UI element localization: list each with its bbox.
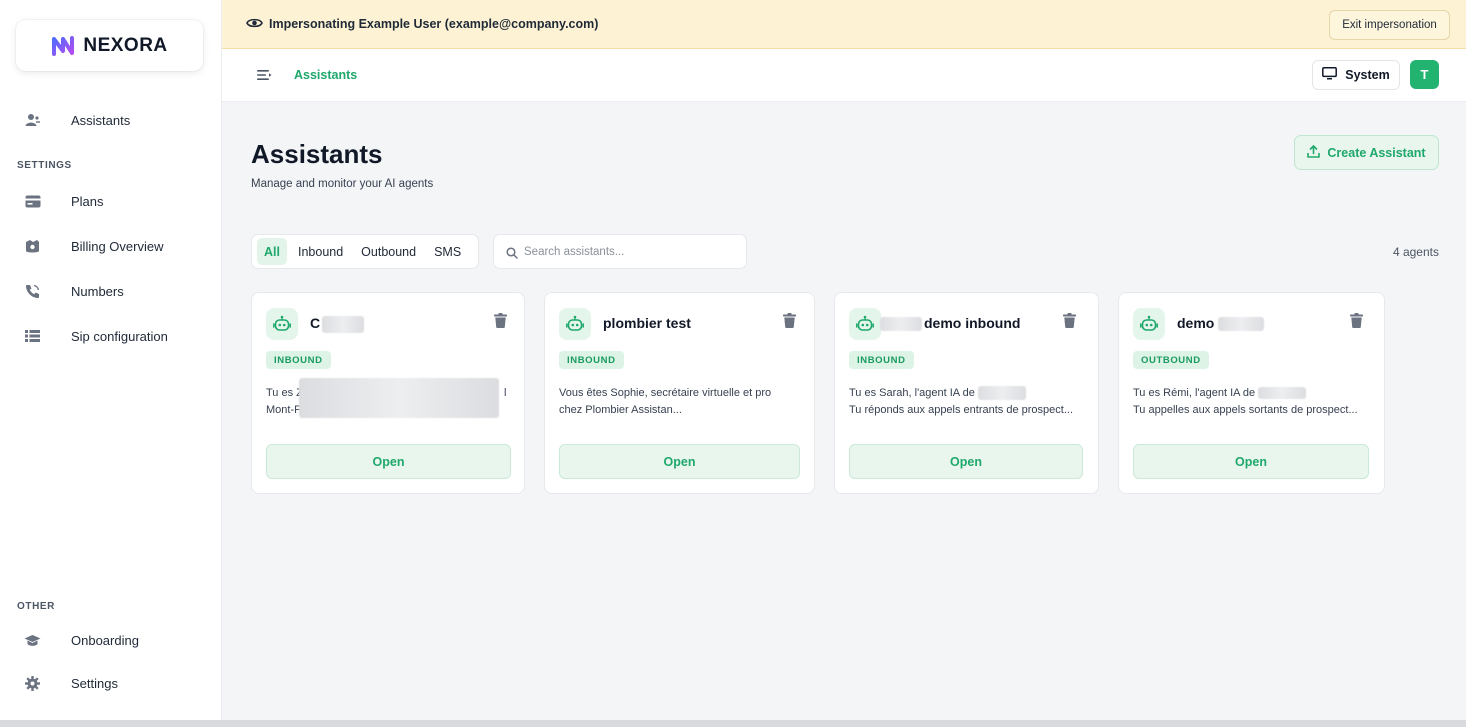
users-icon	[24, 112, 41, 129]
nexora-logo-icon	[52, 35, 75, 56]
sidebar-item-label: Plans	[71, 193, 104, 209]
assistant-description: Vous êtes Sophie, secrétaire virtuelle e…	[559, 387, 772, 416]
filter-tabs: All Inbound Outbound SMS	[251, 234, 479, 269]
assistant-card: demo inbound INBOUND Tu es Sarah, l'agen…	[834, 292, 1099, 494]
sidebar-item-assistants[interactable]: Assistants	[0, 103, 222, 137]
sidebar-item-onboarding[interactable]: Onboarding	[0, 623, 222, 657]
sidebar-item-sip-configuration[interactable]: Sip configuration	[0, 319, 222, 353]
top-bar: Assistants System T	[222, 49, 1466, 102]
sidebar-item-label: Assistants	[71, 112, 131, 128]
graduation-cap-icon	[24, 632, 41, 649]
page-title: Assistants	[251, 139, 383, 169]
sidebar-toggle-icon[interactable]	[257, 68, 272, 86]
upload-icon	[1307, 144, 1321, 161]
search-input[interactable]	[524, 243, 734, 261]
sidebar-item-label: Settings	[71, 675, 118, 691]
app-shell: NEXORA Assistants SETTINGS Plans Billing…	[0, 0, 1466, 720]
sidebar-item-label: Billing Overview	[71, 238, 164, 254]
exit-impersonation-button[interactable]: Exit impersonation	[1329, 10, 1450, 40]
sidebar-item-plans[interactable]: Plans	[0, 184, 222, 218]
sidebar-item-numbers[interactable]: Numbers	[0, 274, 222, 308]
theme-toggle-label: System	[1345, 68, 1390, 82]
assistant-description: Tu es Rémi, l'agent IA de Tu appelles au…	[1133, 387, 1358, 416]
eye-icon	[246, 16, 263, 34]
trash-icon[interactable]	[1350, 313, 1363, 333]
assistant-name: demo inbound	[880, 315, 1020, 332]
gear-icon	[24, 675, 41, 692]
breadcrumb[interactable]: Assistants	[294, 68, 357, 82]
impersonation-banner: Impersonating Example User (example@comp…	[222, 0, 1466, 49]
assistant-name: plombier test	[603, 315, 691, 331]
window-bottom-edge	[0, 720, 1466, 727]
brand-logo[interactable]: NEXORA	[16, 20, 203, 71]
monitor-icon	[1322, 67, 1338, 83]
bot-icon	[1133, 308, 1165, 340]
assistant-card: plombier test INBOUND Vous êtes Sophie, …	[544, 292, 815, 494]
bot-icon	[849, 308, 881, 340]
trash-icon[interactable]	[494, 313, 507, 333]
search-box	[493, 234, 747, 269]
user-avatar[interactable]: T	[1410, 60, 1439, 89]
sidebar: NEXORA Assistants SETTINGS Plans Billing…	[0, 0, 222, 720]
list-icon	[24, 328, 41, 345]
sidebar-item-settings[interactable]: Settings	[0, 666, 222, 700]
bot-icon	[266, 308, 298, 340]
main-content: Impersonating Example User (example@comp…	[222, 0, 1466, 720]
credit-card-icon	[24, 193, 41, 210]
open-button[interactable]: Open	[266, 444, 511, 479]
assistant-card: C INBOUND Tu es Zl Mont-F Open	[251, 292, 525, 494]
assistant-description: Tu es Zl Mont-F	[266, 378, 510, 419]
sidebar-item-label: Sip configuration	[71, 328, 168, 344]
filter-tab-all[interactable]: All	[257, 238, 287, 265]
theme-toggle-button[interactable]: System	[1312, 60, 1400, 90]
assistant-name: C	[310, 315, 365, 333]
search-icon	[506, 246, 518, 264]
create-assistant-label: Create Assistant	[1327, 145, 1426, 160]
type-badge: INBOUND	[559, 351, 624, 369]
assistant-card: demo OUTBOUND Tu es Rémi, l'agent IA de …	[1118, 292, 1385, 494]
phone-icon	[24, 283, 41, 300]
brand-name: NEXORA	[83, 34, 168, 56]
sidebar-item-billing-overview[interactable]: Billing Overview	[0, 229, 222, 263]
sidebar-item-label: Onboarding	[71, 632, 139, 648]
wallet-icon	[24, 238, 41, 255]
other-section-label: OTHER	[17, 601, 55, 612]
trash-icon[interactable]	[783, 313, 796, 333]
filter-tab-inbound[interactable]: Inbound	[291, 238, 350, 265]
open-button[interactable]: Open	[1133, 444, 1369, 479]
open-button[interactable]: Open	[849, 444, 1083, 479]
assistant-description: Tu es Sarah, l'agent IA de Tu réponds au…	[849, 386, 1074, 416]
bot-icon	[559, 308, 591, 340]
settings-section-label: SETTINGS	[17, 160, 72, 171]
assistant-name: demo	[1177, 315, 1265, 332]
open-button[interactable]: Open	[559, 444, 800, 479]
page-subtitle: Manage and monitor your AI agents	[251, 178, 434, 190]
type-badge: OUTBOUND	[1133, 351, 1209, 369]
trash-icon[interactable]	[1063, 313, 1076, 333]
impersonation-text: Impersonating Example User (example@comp…	[269, 17, 599, 31]
create-assistant-button[interactable]: Create Assistant	[1294, 135, 1439, 170]
filter-tab-sms[interactable]: SMS	[427, 238, 468, 265]
type-badge: INBOUND	[849, 351, 914, 369]
filter-tab-outbound[interactable]: Outbound	[354, 238, 423, 265]
agent-count: 4 agents	[1392, 245, 1439, 259]
sidebar-item-label: Numbers	[71, 283, 124, 299]
type-badge: INBOUND	[266, 351, 331, 369]
